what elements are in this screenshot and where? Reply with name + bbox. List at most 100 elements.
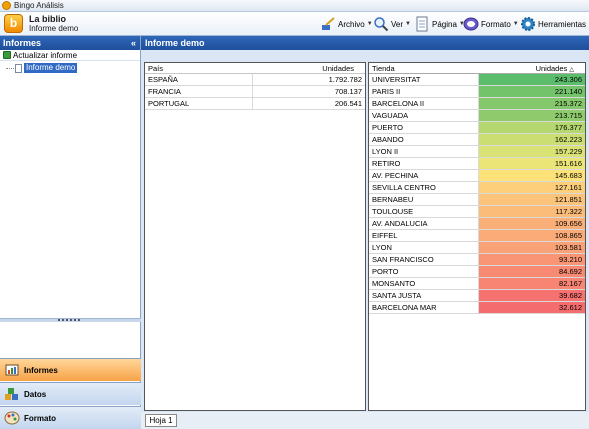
cell-units: 243.306 bbox=[479, 74, 585, 85]
menu-archivo[interactable]: Archivo ▼ bbox=[320, 16, 373, 32]
column-header-unidades[interactable]: Unidades △ bbox=[479, 63, 577, 73]
document-icon bbox=[15, 63, 22, 73]
chevron-down-icon: ▼ bbox=[405, 21, 411, 27]
country-grid: País Unidades ESPAÑA 1.792.782 FRANCIA 7… bbox=[144, 62, 366, 411]
nav-datos-label: Datos bbox=[24, 389, 47, 399]
cell-store: PORTO bbox=[369, 266, 479, 277]
grid-header: Tienda Unidades △ bbox=[369, 63, 585, 74]
column-header-unidades[interactable]: Unidades bbox=[253, 63, 357, 73]
cell-units: 82.167 bbox=[479, 278, 585, 289]
cell-units: 117.322 bbox=[479, 206, 585, 217]
data-cubes-icon bbox=[4, 386, 20, 402]
table-row[interactable]: BARCELONA MAR 32.612 bbox=[369, 302, 585, 314]
table-row[interactable]: ABANDO 162.223 bbox=[369, 134, 585, 146]
report-title: Informe demo bbox=[141, 36, 589, 50]
table-row[interactable]: RETIRO 151.616 bbox=[369, 158, 585, 170]
cell-store: RETIRO bbox=[369, 158, 479, 169]
sheet-tab[interactable]: Hoja 1 bbox=[145, 414, 177, 427]
table-row[interactable]: SANTA JUSTA 39.682 bbox=[369, 290, 585, 302]
refresh-report-label: Actualizar informe bbox=[13, 50, 78, 60]
table-row[interactable]: PUERTO 176.377 bbox=[369, 122, 585, 134]
table-row[interactable]: MONSANTO 82.167 bbox=[369, 278, 585, 290]
table-row[interactable]: PORTUGAL 206.541 bbox=[145, 98, 365, 110]
cell-store: EIFFEL bbox=[369, 230, 479, 241]
table-row[interactable]: EIFFEL 108.865 bbox=[369, 230, 585, 242]
nav-formato[interactable]: Formato bbox=[0, 406, 141, 429]
grip-icon bbox=[58, 319, 80, 321]
app-header: b La biblio Informe demo Archivo ▼ Ver ▼ P… bbox=[0, 12, 589, 36]
table-row[interactable]: UNIVERSITAT 243.306 bbox=[369, 74, 585, 86]
refresh-report-button[interactable]: Actualizar informe bbox=[0, 50, 140, 61]
table-row[interactable]: BERNABEU 121.851 bbox=[369, 194, 585, 206]
nav-informes[interactable]: Informes bbox=[0, 358, 141, 381]
main-content: Informe demo País Unidades ESPAÑA 1.792.… bbox=[141, 36, 589, 429]
tree-item-label: Informe demo bbox=[24, 63, 78, 73]
cell-store: SAN FRANCISCO bbox=[369, 254, 479, 265]
cell-store: PARIS II bbox=[369, 86, 479, 97]
table-row[interactable]: FRANCIA 708.137 bbox=[145, 86, 365, 98]
cell-units: 109.656 bbox=[479, 218, 585, 229]
sort-icon: △ bbox=[569, 67, 574, 73]
brush-icon bbox=[320, 16, 336, 32]
cell-country: FRANCIA bbox=[145, 86, 253, 97]
menu-formato-label: Formato bbox=[481, 19, 511, 29]
chevron-down-icon: ▼ bbox=[366, 21, 373, 27]
table-row[interactable]: SAN FRANCISCO 93.210 bbox=[369, 254, 585, 266]
sheet-tab-bar: Hoja 1 bbox=[141, 412, 589, 429]
gear-icon bbox=[520, 16, 536, 32]
reports-icon bbox=[4, 362, 20, 378]
cell-units: 103.581 bbox=[479, 242, 585, 253]
table-row[interactable]: ESPAÑA 1.792.782 bbox=[145, 74, 365, 86]
sidebar-title: Informes bbox=[3, 38, 42, 48]
sidebar-splitter[interactable] bbox=[0, 318, 141, 322]
chevron-down-icon: ▼ bbox=[512, 21, 519, 27]
tree-item-informe-demo[interactable]: Informe demo bbox=[6, 63, 78, 73]
menu-herramientas[interactable]: Herramientas▼ bbox=[520, 16, 589, 32]
cell-units: 176.377 bbox=[479, 122, 585, 133]
menu-archivo-label: Archivo bbox=[338, 19, 365, 29]
cell-units: 708.137 bbox=[334, 87, 362, 96]
cell-units: 32.612 bbox=[479, 302, 585, 313]
cell-units: 162.223 bbox=[479, 134, 585, 145]
table-row[interactable]: PORTO 84.692 bbox=[369, 266, 585, 278]
table-row[interactable]: VAGUADA 213.715 bbox=[369, 110, 585, 122]
table-row[interactable]: SEVILLA CENTRO 127.161 bbox=[369, 182, 585, 194]
menu-herramientas-label: Herramientas bbox=[538, 19, 587, 29]
column-header-pais[interactable]: País bbox=[145, 63, 253, 73]
table-row[interactable]: BARCELONA II 215.372 bbox=[369, 98, 585, 110]
cell-units: 39.682 bbox=[479, 290, 585, 301]
cell-units: 213.715 bbox=[479, 110, 585, 121]
cell-store: LYON bbox=[369, 242, 479, 253]
cell-store: PUERTO bbox=[369, 122, 479, 133]
column-header-tienda[interactable]: Tienda bbox=[369, 63, 479, 73]
app-subtitle: Informe demo bbox=[29, 24, 79, 33]
cell-store: MONSANTO bbox=[369, 278, 479, 289]
cell-units: 151.616 bbox=[479, 158, 585, 169]
cell-units: 145.683 bbox=[479, 170, 585, 181]
cell-units: 1.792.782 bbox=[328, 75, 362, 84]
cell-units: 215.372 bbox=[479, 98, 585, 109]
magnifier-icon bbox=[373, 16, 389, 32]
table-row[interactable]: TOULOUSE 117.322 bbox=[369, 206, 585, 218]
menu-formato[interactable]: Formato ▼ bbox=[463, 16, 519, 32]
table-row[interactable]: AV. PECHINA 145.683 bbox=[369, 170, 585, 182]
menu-pagina[interactable]: Página ▼ bbox=[414, 16, 465, 32]
app-logo-icon: b bbox=[4, 14, 23, 33]
column-header-unidades-label: Unidades bbox=[535, 64, 568, 73]
grid-header: País Unidades bbox=[145, 63, 365, 74]
table-row[interactable]: PARIS II 221.140 bbox=[369, 86, 585, 98]
refresh-icon bbox=[3, 51, 11, 59]
cell-store: BARCELONA II bbox=[369, 98, 479, 109]
cell-units: 221.140 bbox=[479, 86, 585, 97]
nav-datos[interactable]: Datos bbox=[0, 382, 141, 405]
cell-store: UNIVERSITAT bbox=[369, 74, 479, 85]
cell-store: AV. ANDALUCIA bbox=[369, 218, 479, 229]
nav-informes-label: Informes bbox=[24, 365, 58, 375]
table-row[interactable]: LYON 103.581 bbox=[369, 242, 585, 254]
table-row[interactable]: AV. ANDALUCIA 109.656 bbox=[369, 218, 585, 230]
table-row[interactable]: LYON II 157.229 bbox=[369, 146, 585, 158]
cell-store: TOULOUSE bbox=[369, 206, 479, 217]
menu-ver[interactable]: Ver ▼ bbox=[373, 16, 411, 32]
cell-units: 84.692 bbox=[479, 266, 585, 277]
collapse-icon[interactable]: « bbox=[131, 36, 136, 50]
